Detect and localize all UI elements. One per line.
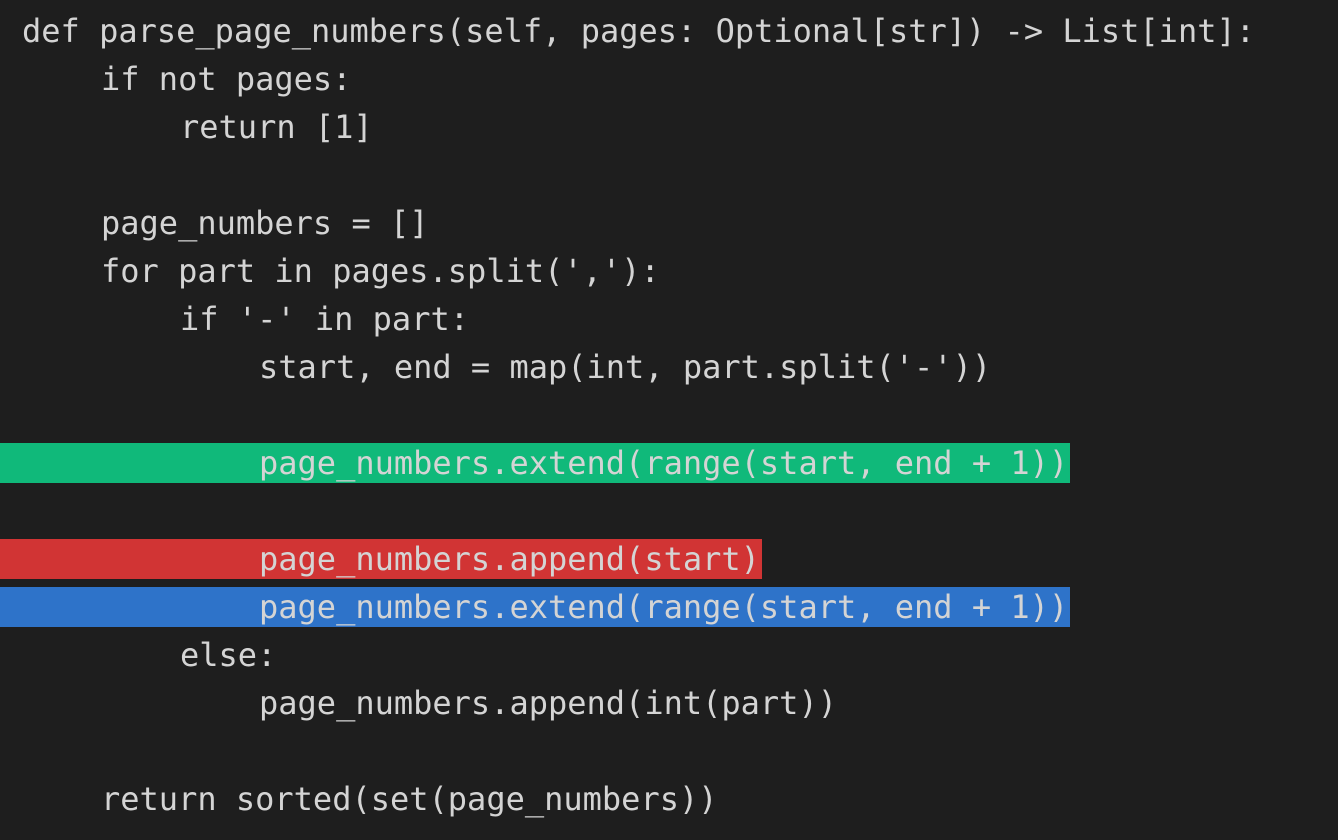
code-line[interactable]: if '-' in part:	[0, 299, 469, 339]
code-line-added[interactable]: page_numbers.extend(range(start, end + 1…	[0, 443, 1071, 483]
code-line[interactable]: page_numbers = []	[0, 203, 429, 243]
code-line-text: page_numbers.extend(range(start, end + 1…	[0, 587, 1071, 627]
code-line[interactable]: if not pages:	[0, 59, 351, 99]
code-line-text: for part in pages.split(','):	[101, 252, 660, 290]
code-line-text: page_numbers.extend(range(start, end + 1…	[0, 443, 1071, 483]
code-line-text: else:	[180, 636, 277, 674]
code-line[interactable]	[0, 731, 22, 771]
code-line-text: start, end = map(int, part.split('-'))	[259, 348, 992, 386]
code-line[interactable]	[0, 155, 22, 195]
code-line-removed[interactable]: page_numbers.append(start)	[0, 539, 762, 579]
code-line-text: if '-' in part:	[180, 300, 469, 338]
code-line-text: page_numbers.append(int(part))	[259, 684, 837, 722]
code-line[interactable]: return sorted(set(page_numbers))	[0, 779, 718, 819]
code-editor[interactable]: def parse_page_numbers(self, pages: Opti…	[0, 0, 1338, 840]
code-line[interactable]	[0, 395, 22, 435]
code-line[interactable]: page_numbers.append(int(part))	[0, 683, 837, 723]
code-line-selected[interactable]: page_numbers.extend(range(start, end + 1…	[0, 587, 1071, 627]
code-line-text: page_numbers.append(start)	[0, 539, 762, 579]
code-line-text: page_numbers = []	[101, 204, 429, 242]
code-line-text: return [1]	[180, 108, 373, 146]
code-line-text: return sorted(set(page_numbers))	[101, 780, 718, 818]
code-line-text: def parse_page_numbers(self, pages: Opti…	[22, 12, 1255, 50]
code-line[interactable]: for part in pages.split(','):	[0, 251, 660, 291]
code-line[interactable]: start, end = map(int, part.split('-'))	[0, 347, 991, 387]
code-line[interactable]: else:	[0, 635, 276, 675]
code-line[interactable]: return [1]	[0, 107, 373, 147]
code-line[interactable]	[0, 491, 22, 531]
code-line[interactable]: def parse_page_numbers(self, pages: Opti…	[0, 11, 1255, 51]
code-line-text: if not pages:	[101, 60, 352, 98]
